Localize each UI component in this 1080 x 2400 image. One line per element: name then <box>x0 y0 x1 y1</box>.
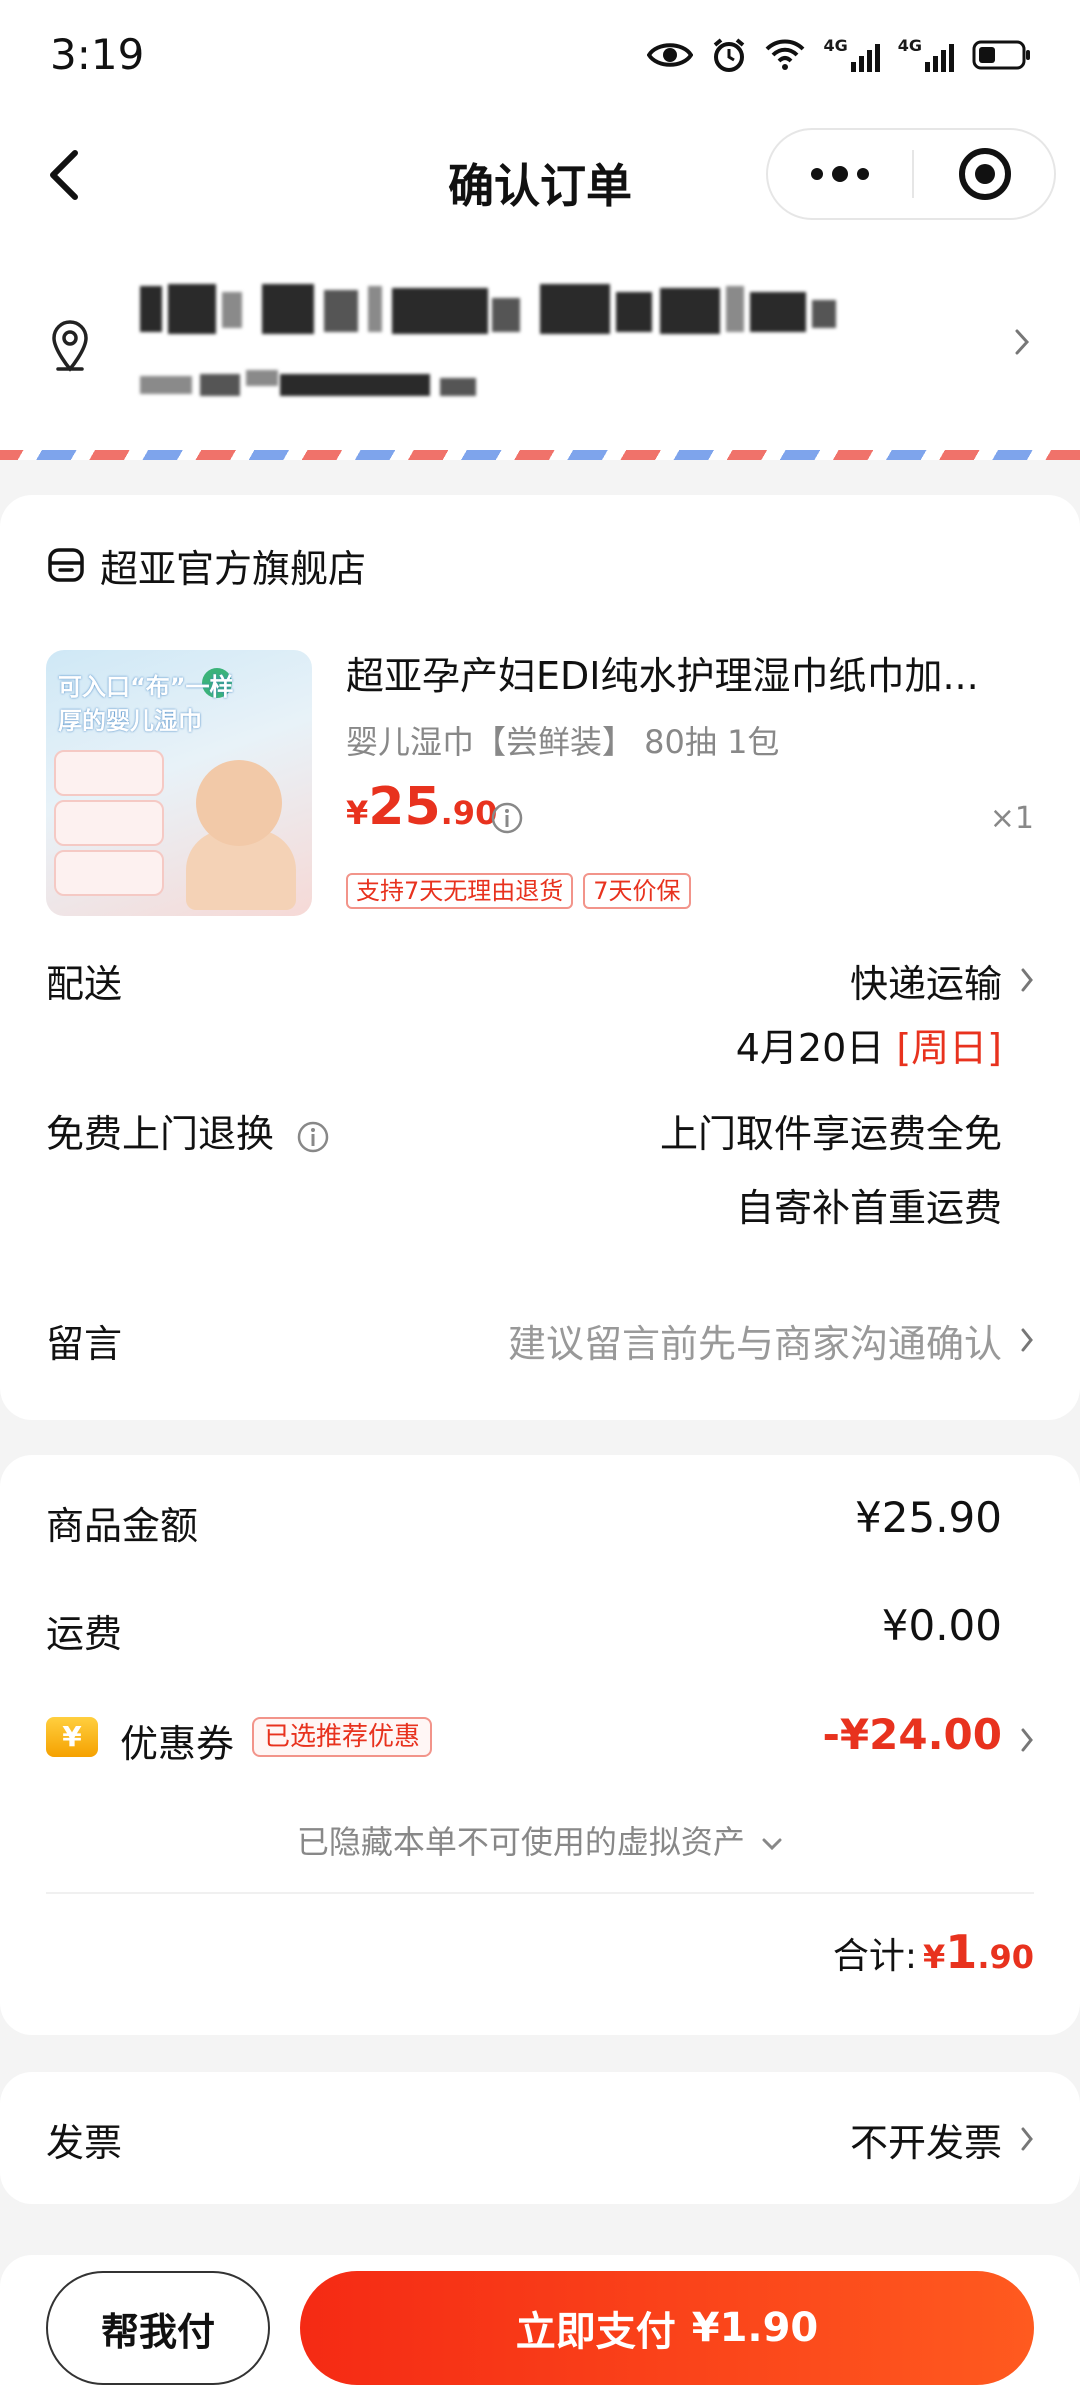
wipes-pack <box>54 850 164 896</box>
product-image-caption-2: 厚的婴儿湿巾 <box>58 707 202 735</box>
delivery-label: 配送 <box>46 962 123 1006</box>
status-icons: 4G 4G <box>647 30 1032 80</box>
product-price: ¥ 25 .90 <box>346 777 497 837</box>
price-integer: 25 <box>368 777 441 837</box>
total-currency: ¥ <box>923 1938 946 1976</box>
total-price: ¥ 1 .90 <box>923 1925 1034 1979</box>
total-label: 合计: <box>832 1936 918 1977</box>
baby-head <box>196 760 282 846</box>
close-miniapp-button[interactable] <box>914 130 1056 218</box>
shop-name: 超亚官方旗舰店 <box>100 546 367 591</box>
invoice-value[interactable]: 不开发票 <box>850 2112 1002 2167</box>
order-store-card: 超亚官方旗舰店 可入口“布”一样 厚的婴儿湿巾 超亚孕产妇EDI纯水护理湿巾纸巾… <box>0 495 1080 1420</box>
product-quantity: ×1 <box>989 801 1034 836</box>
pay-now-button[interactable]: 立即支付 ¥1.90 <box>300 2271 1034 2385</box>
location-pin-icon <box>52 320 88 372</box>
address-name-redacted <box>140 280 870 340</box>
delivery-method[interactable]: 快递运输 <box>850 953 1002 1008</box>
shipping-value: ¥0.00 <box>881 1601 1002 1650</box>
delivery-date-value: 4月20日 <box>735 1026 885 1070</box>
shop-header[interactable]: 超亚官方旗舰店 <box>46 535 366 595</box>
return-service-label-text: 免费上门退换 <box>46 1112 275 1156</box>
address-phone-redacted <box>140 370 510 400</box>
alarm-icon <box>714 38 745 72</box>
shipping-label: 运费 <box>46 1612 123 1656</box>
summary-divider <box>46 1892 1034 1894</box>
wipes-pack <box>54 800 164 846</box>
delivery-weekday: [周日] <box>896 1026 1002 1070</box>
product-image-caption: 可入口“布”一样 厚的婴儿湿巾 <box>58 670 234 738</box>
hidden-assets-text: 已隐藏本单不可使用的虚拟资产 <box>296 1823 745 1861</box>
airmail-stripe <box>0 450 1080 460</box>
address-section[interactable] <box>0 240 1080 450</box>
coupon-value[interactable]: -¥24.00 <box>822 1710 1002 1759</box>
return-service-line2: 自寄补首重运费 <box>735 1186 1002 1230</box>
price-summary-card: 商品金额 ¥25.90 运费 ¥0.00 ¥ 优惠券 已选推荐优惠 -¥24.0… <box>0 1455 1080 2035</box>
nav-bar: 确认订单 <box>0 110 1080 240</box>
product-title[interactable]: 超亚孕产妇EDI纯水护理湿巾纸巾加... <box>346 645 1036 700</box>
chevron-right-icon <box>1021 1728 1033 1752</box>
status-time: 3:19 <box>50 30 145 79</box>
signal-4g-icon: 4G <box>823 36 880 72</box>
total-row: 合计: ¥ 1 .90 <box>833 1925 1034 1979</box>
bottom-action-bar: 帮我付 立即支付 ¥1.90 <box>0 2255 1080 2400</box>
coupon-icon: ¥ <box>46 1717 98 1757</box>
product-image[interactable]: 可入口“布”一样 厚的婴儿湿巾 <box>46 650 312 916</box>
tag-return: 支持7天无理由退货 <box>346 873 574 909</box>
pay-now-amount: ¥1.90 <box>691 2305 819 2351</box>
product-image-caption-1: 可入口“布”一样 <box>58 673 234 701</box>
chevron-right-icon <box>1015 329 1030 355</box>
info-icon[interactable] <box>296 1120 330 1154</box>
hidden-assets-toggle[interactable]: 已隐藏本单不可使用的虚拟资产 <box>0 1817 1080 1863</box>
goods-amount-label: 商品金额 <box>46 1504 199 1548</box>
chevron-right-icon <box>1021 968 1033 992</box>
delivery-date: 4月20日 [周日] <box>736 1017 1002 1072</box>
price-decimal: .90 <box>440 794 498 832</box>
tag-price-protect: 7天价保 <box>583 873 691 909</box>
signal-4g-label-2: 4G <box>897 36 922 55</box>
coupon-label: 优惠券 <box>120 1722 235 1766</box>
help-me-pay-button[interactable]: 帮我付 <box>46 2271 270 2385</box>
more-button[interactable] <box>768 130 912 218</box>
store-icon <box>48 548 84 582</box>
total-decimal: .90 <box>977 1938 1034 1976</box>
miniapp-capsule <box>766 128 1056 220</box>
battery-icon <box>972 40 1030 70</box>
invoice-label: 发票 <box>46 2121 123 2165</box>
return-service-line1: 上门取件享运费全免 <box>659 1112 1002 1156</box>
chevron-down-icon <box>762 1838 782 1851</box>
chevron-right-icon <box>1021 1328 1033 1352</box>
product-spec: 婴儿湿巾【尝鲜装】 80抽 1包 <box>346 723 780 761</box>
message-input[interactable]: 建议留言前先与商家沟通确认 <box>508 1313 1002 1368</box>
wipes-pack <box>54 750 164 796</box>
service-tags: 支持7天无理由退货 7天价保 <box>346 873 691 909</box>
price-currency: ¥ <box>346 794 369 832</box>
return-service-label: 免费上门退换 <box>46 1103 330 1158</box>
message-label: 留言 <box>46 1322 123 1366</box>
eye-icon <box>647 43 694 67</box>
info-icon[interactable] <box>490 801 524 835</box>
status-bar: 3:19 4G 4G <box>0 0 1080 110</box>
coupon-recommended-tag: 已选推荐优惠 <box>252 1717 433 1757</box>
pay-now-label: 立即支付 <box>515 2309 676 2355</box>
signal-4g-icon-2: 4G <box>898 38 954 72</box>
chevron-right-icon <box>1021 2127 1033 2151</box>
total-integer: 1 <box>945 1925 978 1979</box>
goods-amount-value: ¥25.90 <box>855 1493 1002 1542</box>
invoice-card[interactable]: 发票 不开发票 <box>0 2072 1080 2204</box>
wifi-icon <box>766 39 805 70</box>
signal-4g-label: 4G <box>823 36 848 55</box>
target-icon <box>959 148 1011 200</box>
